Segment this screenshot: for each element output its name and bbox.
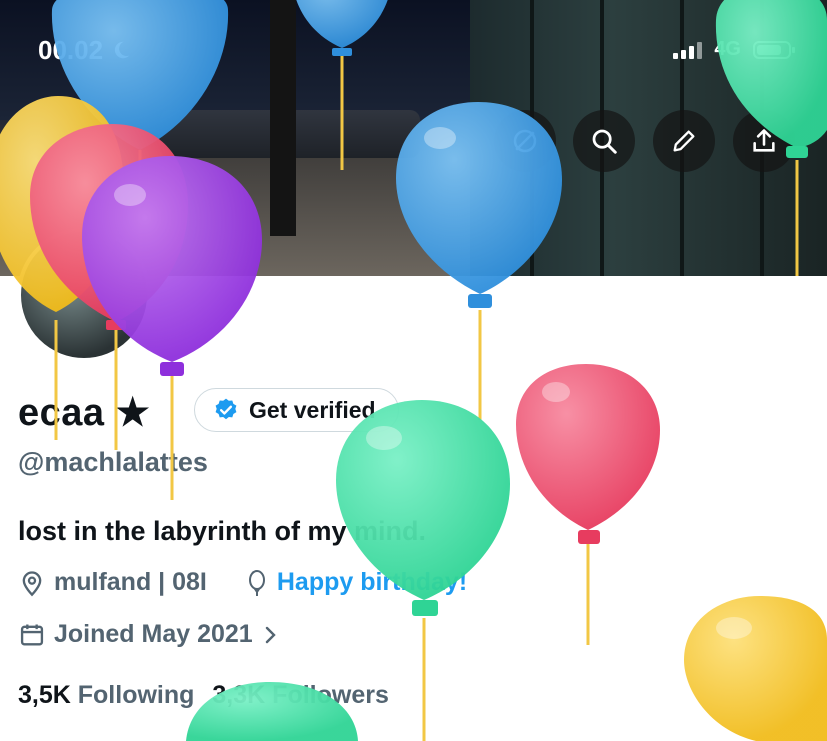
verified-badge-icon (215, 398, 237, 420)
profile-bio: lost in the labyrinth of my mind. (18, 516, 427, 546)
get-verified-label: Get verified (249, 396, 376, 423)
network-type: 4G (714, 38, 741, 60)
profile-meta-row: mulfand | 08I Happy birthday! (18, 568, 467, 597)
profile-handle: @machlalattes (18, 447, 208, 477)
display-name: ecaa ★ (18, 392, 151, 434)
chevron-right-icon (265, 626, 276, 643)
translate-button[interactable] (494, 110, 556, 172)
balloon-yellow (684, 596, 827, 741)
calendar-icon (20, 624, 44, 645)
status-time: 00.02 (38, 35, 132, 66)
battery-icon (753, 40, 795, 59)
search-button[interactable] (573, 110, 635, 172)
share-upload-icon (753, 129, 775, 152)
following-link[interactable]: 3,5K Following (18, 681, 194, 710)
followers-label: Followers (272, 681, 389, 709)
profile-joined-row[interactable]: Joined May 2021 (18, 620, 281, 649)
balloon-icon (248, 569, 265, 596)
avatar[interactable] (17, 228, 151, 362)
following-count: 3,5K (18, 681, 71, 709)
signal-bars-icon (673, 41, 703, 59)
balloon-red (516, 364, 660, 645)
translate-icon (513, 129, 537, 153)
get-verified-button[interactable]: Get verified (194, 388, 399, 432)
followers-count: 3,3K (212, 681, 266, 709)
location-pin-icon (22, 570, 42, 596)
search-icon (592, 129, 617, 154)
edit-pencil-icon (673, 130, 695, 152)
following-label: Following (77, 681, 195, 709)
share-button[interactable] (733, 110, 795, 172)
follow-counts: 3,5K Following 3,3K Followers (18, 681, 389, 710)
followers-link[interactable]: 3,3K Followers (212, 681, 388, 710)
profile-location: mulfand | 08I (54, 568, 207, 596)
edit-profile-button[interactable] (653, 110, 715, 172)
status-indicators: 4G (673, 38, 795, 61)
moon-icon (115, 41, 130, 59)
birthday-link[interactable]: Happy birthday! (277, 568, 467, 597)
banner-lamp-pole (270, 0, 296, 236)
status-time-text: 00.02 (38, 35, 104, 65)
joined-date: Joined May 2021 (54, 620, 253, 648)
